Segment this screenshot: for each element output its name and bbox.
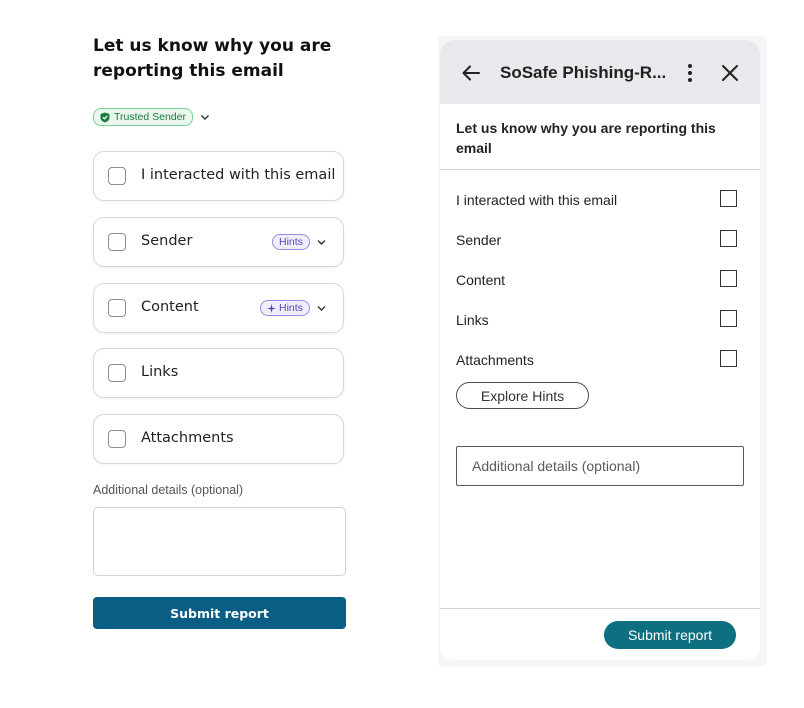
chevron-down-icon[interactable] [199,111,211,123]
item-content[interactable]: Content [456,270,746,290]
checkbox-interacted[interactable] [108,167,126,185]
explore-hints-button[interactable]: Explore Hints [456,382,589,409]
trusted-sender-label: Trusted Sender [114,111,186,123]
item-label: Links [456,312,489,328]
submit-report-button[interactable]: Submit report [604,621,736,649]
checkbox-sender[interactable] [720,230,737,247]
footer-divider [440,608,760,609]
addin-header: SoSafe Phishing-R... [440,40,760,104]
item-interacted[interactable]: I interacted with this email [456,190,746,210]
checkbox-sender[interactable] [108,233,126,251]
item-label: Content [456,272,506,288]
item-attachments[interactable]: Attachments [456,350,746,370]
checkbox-content[interactable] [108,299,126,317]
addin-title: SoSafe Phishing-R... [500,63,665,82]
option-attachments[interactable]: Attachments [93,414,344,464]
sparkle-icon [267,303,276,313]
additional-details-label: Additional details (optional) [93,483,244,497]
checkbox-links[interactable] [108,364,126,382]
addin-heading: Let us know why you are reporting this e… [456,120,716,156]
chevron-down-icon[interactable] [316,237,327,248]
option-links[interactable]: Links [93,348,344,398]
hints-badge[interactable]: Hints [272,234,310,250]
heading-divider [440,169,760,170]
option-content[interactable]: Content Hints [93,283,344,333]
item-label: Attachments [456,352,534,368]
shield-check-icon [100,112,110,122]
submit-report-button[interactable]: Submit report [93,597,346,629]
item-sender[interactable]: Sender [456,230,746,250]
option-label: Links [141,364,179,380]
hints-badge-sparkle[interactable]: Hints [260,300,310,316]
additional-details-textarea[interactable] [93,507,346,576]
option-label: I interacted with this email [141,167,336,183]
trusted-sender-row[interactable]: Trusted Sender [93,108,211,126]
option-sender[interactable]: Sender Hints [93,217,344,267]
checkbox-content[interactable] [720,270,737,287]
checkbox-attachments[interactable] [108,430,126,448]
left-panel-title: Let us know why you are reporting this e… [93,36,332,81]
item-links[interactable]: Links [456,310,746,330]
addin-card: SoSafe Phishing-R... Let us know why you… [440,40,760,660]
option-interacted[interactable]: I interacted with this email [93,151,344,201]
more-vertical-icon[interactable] [685,62,695,84]
checkbox-interacted[interactable] [720,190,737,207]
item-label: I interacted with this email [456,192,618,208]
left-report-panel: Let us know why you are reporting this e… [93,34,346,629]
option-label: Content [141,299,199,315]
additional-details-input[interactable] [456,446,744,486]
close-icon[interactable] [720,63,740,83]
checkbox-attachments[interactable] [720,350,737,367]
hints-label: Hints [279,236,303,248]
trusted-sender-badge[interactable]: Trusted Sender [93,108,193,126]
option-label: Attachments [141,430,234,446]
hints-label: Hints [279,302,303,314]
option-label: Sender [141,233,193,249]
arrow-left-icon[interactable] [460,62,482,84]
checkbox-links[interactable] [720,310,737,327]
right-addin-panel: SoSafe Phishing-R... Let us know why you… [438,36,767,666]
item-label: Sender [456,232,502,248]
chevron-down-icon[interactable] [316,303,327,314]
